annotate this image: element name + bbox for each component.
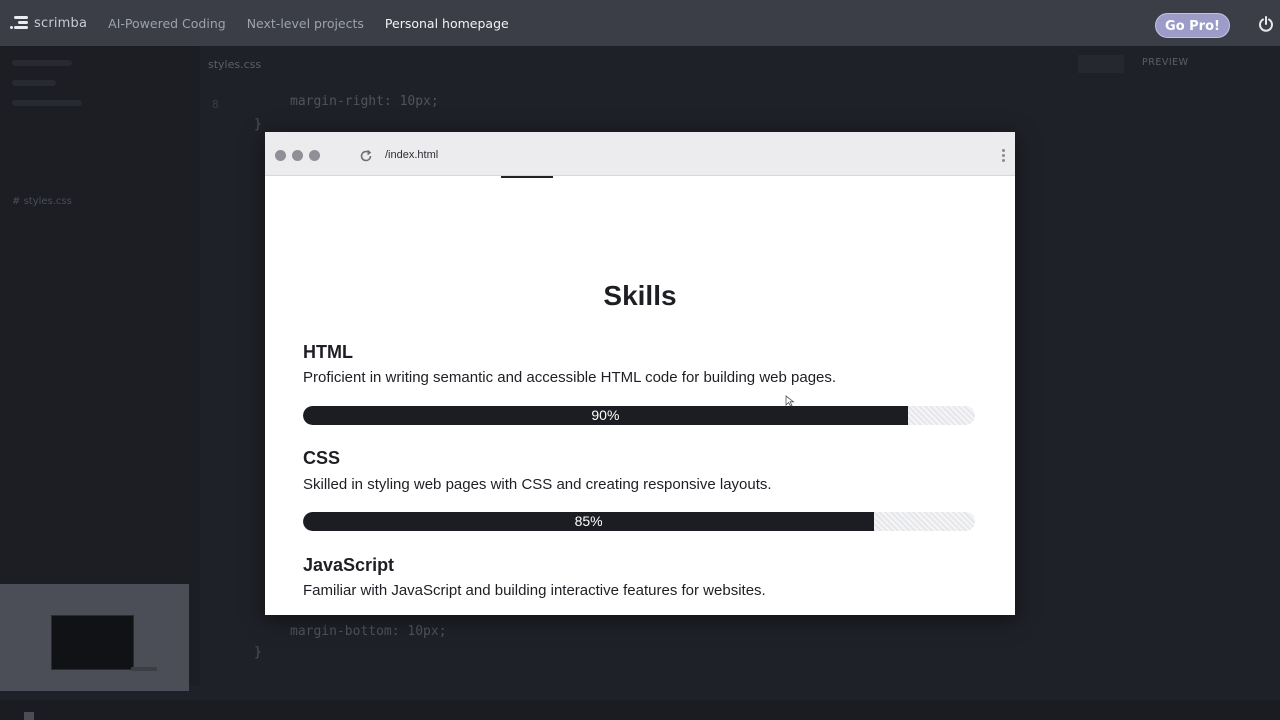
- skill-title: JavaScript: [303, 555, 395, 575]
- preview-browser-window: /index.html Skills HTML Proficient in wr…: [265, 132, 1015, 615]
- skill-description: Proficient in writing semantic and acces…: [303, 369, 837, 386]
- window-dot-icon: [309, 150, 320, 161]
- sidebar-placeholder: [12, 80, 56, 86]
- code-line[interactable]: margin-right: 10px;: [290, 94, 439, 109]
- preview-button[interactable]: PREVIEW: [1142, 57, 1189, 68]
- logo-icon: [10, 16, 28, 30]
- breadcrumb: AI-Powered Coding Next-level projects Pe…: [108, 16, 509, 31]
- run-button[interactable]: [1078, 55, 1124, 73]
- nav-personal-homepage[interactable]: Personal homepage: [385, 16, 509, 31]
- bottom-bar: [0, 700, 1280, 720]
- window-dot-icon: [292, 150, 303, 161]
- editor-tab-styles[interactable]: styles.css: [208, 58, 261, 71]
- video-thumbnail[interactable]: [0, 584, 189, 691]
- thumbnail-bar: [131, 667, 157, 671]
- skill-title: HTML: [303, 342, 353, 362]
- browser-menu-icon[interactable]: [1002, 149, 1006, 163]
- scrimba-logo[interactable]: scrimba: [10, 16, 87, 31]
- thumbnail-screen: [51, 615, 157, 671]
- skills-heading: Skills: [603, 280, 677, 311]
- skill-progress-fill: 85%: [303, 512, 875, 531]
- browser-chrome: /index.html: [265, 132, 1015, 176]
- code-line[interactable]: }: [254, 645, 262, 660]
- sidebar-file-label: styles.css: [23, 196, 72, 207]
- nav-next-level-projects[interactable]: Next-level projects: [247, 16, 364, 31]
- link-underline: [501, 176, 553, 178]
- sidebar-file-styles[interactable]: # styles.css: [12, 196, 72, 207]
- skill-progress-fill: 90%: [303, 406, 908, 425]
- top-navigation: scrimba AI-Powered Coding Next-level pro…: [0, 0, 1280, 46]
- skill-title: CSS: [303, 448, 341, 468]
- player-icon[interactable]: [24, 712, 34, 720]
- code-line[interactable]: }: [254, 117, 262, 132]
- file-hash-icon: #: [12, 196, 24, 207]
- nav-ai-powered-coding[interactable]: AI-Powered Coding: [108, 16, 226, 31]
- code-line[interactable]: margin-bottom: 10px;: [290, 624, 447, 639]
- mouse-cursor-icon: [785, 395, 795, 407]
- skill-progress-bar: 90%: [303, 406, 975, 425]
- sidebar-placeholder: [12, 60, 72, 66]
- page-content: Skills HTML Proficient in writing semant…: [265, 176, 1015, 615]
- skill-description: Skilled in styling web pages with CSS an…: [303, 476, 772, 493]
- brand-name: scrimba: [34, 15, 88, 31]
- skill-description: Familiar with JavaScript and building in…: [303, 582, 766, 599]
- skill-progress-bar: 85%: [303, 512, 975, 531]
- sidebar-placeholder: [12, 100, 82, 106]
- reload-icon[interactable]: [359, 149, 373, 163]
- window-dot-icon: [275, 150, 286, 161]
- power-icon[interactable]: [1258, 16, 1274, 32]
- go-pro-button[interactable]: Go Pro!: [1155, 13, 1230, 38]
- url-bar[interactable]: /index.html: [385, 149, 438, 161]
- line-number: 8: [212, 98, 219, 111]
